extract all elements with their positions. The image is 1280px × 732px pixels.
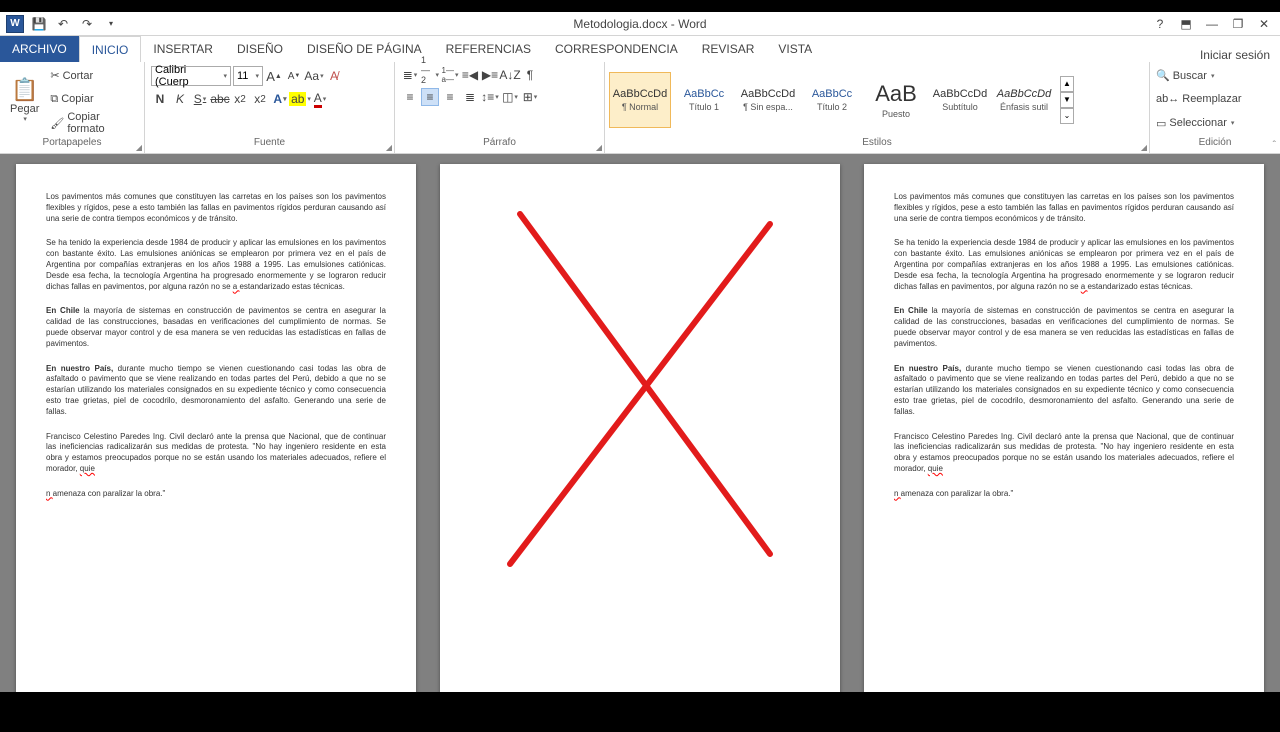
clear-format-icon[interactable]: A̸ (325, 67, 343, 85)
decrease-indent-icon[interactable]: ≡◀ (461, 66, 479, 84)
shading-icon[interactable]: ◫▾ (501, 88, 519, 106)
strikethrough-button[interactable]: abc (211, 90, 229, 108)
close-icon[interactable]: ✕ (1252, 15, 1276, 33)
borders-icon[interactable]: ⊞▾ (521, 88, 539, 106)
format-painter-icon: 🖌 (50, 117, 64, 130)
styles-gallery: AaBbCcDd¶ NormalAaBbCcTítulo 1AaBbCcDd¶ … (609, 72, 1055, 128)
tab-review[interactable]: REVISAR (690, 36, 767, 62)
font-color-icon[interactable]: A▾ (311, 90, 329, 108)
grow-font-icon[interactable]: A▲ (265, 67, 283, 85)
highlight-icon[interactable]: ab▾ (291, 90, 309, 108)
font-dialog-launcher-icon[interactable]: ◢ (386, 143, 392, 152)
cut-icon: ✂ (50, 69, 59, 82)
gallery-down-icon[interactable]: ▼ (1060, 92, 1074, 108)
multilevel-icon[interactable]: 1—a—▾ (441, 66, 459, 84)
red-x-annotation (440, 164, 840, 692)
paste-label: Pegar (10, 103, 39, 115)
sort-icon[interactable]: A↓Z (501, 66, 519, 84)
restore-icon[interactable]: ❐ (1226, 15, 1250, 33)
select-button[interactable]: ▭Seleccionar▾ (1154, 113, 1276, 133)
numbering-icon[interactable]: 1—2—▾ (421, 66, 439, 84)
font-name-combo[interactable]: Calibri (Cuerp▾ (151, 66, 231, 86)
tab-file[interactable]: ARCHIVO (0, 36, 79, 62)
page-left: Los pavimentos más comunes que constituy… (16, 164, 416, 692)
align-right-icon[interactable]: ≡ (441, 88, 459, 106)
style-puesto[interactable]: AaBPuesto (865, 72, 927, 128)
copy-icon: ⧉ (50, 93, 58, 106)
superscript-button[interactable]: x2 (251, 90, 269, 108)
font-size-combo[interactable]: 11▾ (233, 66, 263, 86)
tab-view[interactable]: VISTA (766, 36, 824, 62)
qat-customize-icon[interactable]: ▾ (102, 15, 120, 33)
justify-icon[interactable]: ≣ (461, 88, 479, 106)
undo-icon[interactable]: ↶ (54, 15, 72, 33)
style--normal[interactable]: AaBbCcDd¶ Normal (609, 72, 671, 128)
font-group-label: Fuente (254, 137, 285, 148)
style-t-tulo-1[interactable]: AaBbCcTítulo 1 (673, 72, 735, 128)
underline-button[interactable]: S▾ (191, 90, 209, 108)
help-icon[interactable]: ? (1148, 15, 1172, 33)
titlebar: W 💾 ↶ ↷ ▾ Metodologia.docx - Word ? ⬒ — … (0, 12, 1280, 36)
increase-indent-icon[interactable]: ▶≡ (481, 66, 499, 84)
ribbon-options-icon[interactable]: ⬒ (1174, 15, 1198, 33)
clipboard-dialog-launcher-icon[interactable]: ◢ (136, 143, 142, 152)
paragraph-dialog-launcher-icon[interactable]: ◢ (596, 143, 602, 152)
tab-design[interactable]: DISEÑO (225, 36, 295, 62)
document-area[interactable]: Los pavimentos más comunes que constituy… (0, 154, 1280, 692)
shrink-font-icon[interactable]: A▼ (285, 67, 303, 85)
save-icon[interactable]: 💾 (30, 15, 48, 33)
style--nfasis-sutil[interactable]: AaBbCcDdÉnfasis sutil (993, 72, 1055, 128)
show-marks-icon[interactable]: ¶ (521, 66, 539, 84)
select-icon: ▭ (1156, 117, 1166, 130)
editing-group-label: Edición (1199, 137, 1232, 148)
subscript-button[interactable]: x2 (231, 90, 249, 108)
line-spacing-icon[interactable]: ↕≡▾ (481, 88, 499, 106)
page-right: Los pavimentos más comunes que constituy… (864, 164, 1264, 692)
ribbon: 📋 Pegar ▾ ✂Cortar ⧉Copiar 🖌Copiar format… (0, 62, 1280, 154)
change-case-icon[interactable]: Aa▾ (305, 67, 323, 85)
cut-button[interactable]: ✂Cortar (48, 66, 140, 86)
style-subt-tulo[interactable]: AaBbCcDdSubtítulo (929, 72, 991, 128)
bullets-icon[interactable]: ≣▾ (401, 66, 419, 84)
redo-icon[interactable]: ↷ (78, 15, 96, 33)
styles-dialog-launcher-icon[interactable]: ◢ (1141, 143, 1147, 152)
italic-button[interactable]: K (171, 90, 189, 108)
style--sin-espa-[interactable]: AaBbCcDd¶ Sin espa... (737, 72, 799, 128)
gallery-more-icon[interactable]: ⌄ (1060, 108, 1074, 124)
gallery-up-icon[interactable]: ▲ (1060, 76, 1074, 92)
align-left-icon[interactable]: ≡ (401, 88, 419, 106)
minimize-icon[interactable]: — (1200, 15, 1224, 33)
replace-button[interactable]: ab↔Reemplazar (1154, 89, 1276, 109)
style-t-tulo-2[interactable]: AaBbCcTítulo 2 (801, 72, 863, 128)
replace-icon: ab↔ (1156, 93, 1179, 105)
bold-button[interactable]: N (151, 90, 169, 108)
sign-in-link[interactable]: Iniciar sesión (1200, 48, 1280, 62)
find-button[interactable]: 🔍Buscar▾ (1154, 66, 1276, 86)
paste-button[interactable]: 📋 Pegar ▾ (4, 64, 45, 135)
tab-references[interactable]: REFERENCIAS (434, 36, 543, 62)
format-painter-button[interactable]: 🖌Copiar formato (48, 113, 140, 133)
align-center-icon[interactable]: ≡ (421, 88, 439, 106)
window-title: Metodologia.docx - Word (573, 17, 706, 31)
paragraph-group-label: Párrafo (483, 137, 516, 148)
copy-button[interactable]: ⧉Copiar (48, 89, 140, 109)
text-effects-icon[interactable]: A▾ (271, 90, 289, 108)
ribbon-tabs: ARCHIVO INICIO INSERTAR DISEÑO DISEÑO DE… (0, 36, 1280, 62)
word-app-icon: W (6, 15, 24, 33)
tab-pagelayout[interactable]: DISEÑO DE PÁGINA (295, 36, 434, 62)
tab-mailings[interactable]: CORRESPONDENCIA (543, 36, 690, 62)
find-icon: 🔍 (1156, 69, 1170, 82)
paste-icon: 📋 (11, 77, 38, 103)
styles-group-label: Estilos (862, 137, 891, 148)
clipboard-group-label: Portapapeles (43, 137, 102, 148)
tab-home[interactable]: INICIO (79, 36, 142, 62)
page-middle (440, 164, 840, 692)
collapse-ribbon-icon[interactable]: ˆ (1273, 140, 1276, 151)
tab-insert[interactable]: INSERTAR (141, 36, 225, 62)
